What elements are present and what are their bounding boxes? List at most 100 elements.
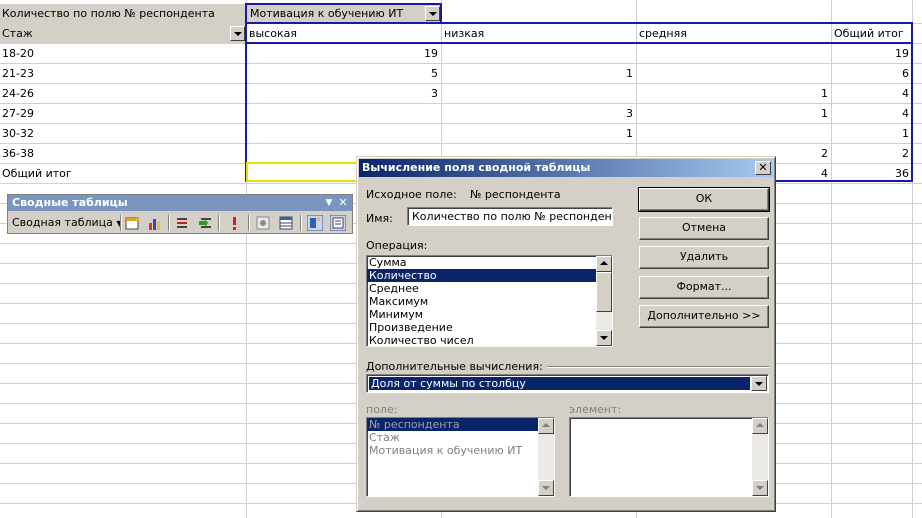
row-label[interactable]: Общий итог — [0, 164, 246, 183]
element-list-scrollbar[interactable] — [752, 418, 768, 496]
hide-detail-icon[interactable] — [175, 215, 191, 231]
operation-item[interactable]: Среднее — [367, 282, 596, 295]
operation-item[interactable]: Сумма — [367, 256, 596, 269]
toolbar-separator — [168, 215, 169, 231]
value-cell[interactable]: 1 — [637, 84, 831, 103]
source-field-value: № респондента — [470, 188, 561, 201]
value-cell[interactable]: 1 — [637, 104, 831, 123]
value-cell[interactable]: 3 — [442, 104, 636, 123]
additional-calc-value: Доля от суммы по столбцу — [369, 377, 750, 390]
format-report-icon[interactable] — [125, 215, 141, 231]
toolbar-options-icon[interactable]: ▼ — [324, 195, 334, 211]
row-label[interactable]: 27-29 — [0, 104, 246, 123]
active-cell[interactable] — [246, 162, 358, 182]
source-field-label: Исходное поле: — [366, 188, 457, 201]
toolbar-separator — [248, 215, 249, 231]
toolbar-separator — [300, 215, 301, 231]
name-label: Имя: — [366, 212, 393, 225]
value-cell[interactable] — [637, 44, 831, 63]
value-cell[interactable] — [637, 124, 831, 143]
delete-button[interactable]: Удалить — [639, 246, 769, 269]
chevron-down-icon[interactable] — [751, 376, 767, 391]
scroll-down-icon[interactable] — [596, 330, 612, 346]
additional-calc-select[interactable]: Доля от суммы по столбцу — [366, 374, 769, 393]
ok-button[interactable]: ОК — [638, 187, 770, 212]
field-list[interactable]: № респондента Стаж Мотивация к обучению ИТ — [366, 417, 555, 497]
value-cell[interactable]: 19 — [247, 44, 441, 63]
scroll-down-icon[interactable] — [752, 480, 768, 496]
field-item[interactable]: Стаж — [367, 431, 538, 444]
column-header-medium[interactable]: средняя — [637, 24, 831, 43]
toolbar-separator — [218, 215, 219, 231]
toolbar-title-bar[interactable]: Сводные таблицы ▼ ✕ — [8, 195, 352, 211]
section-divider — [547, 366, 769, 368]
operation-label: Операция: — [366, 239, 428, 252]
value-cell[interactable]: 4 — [832, 104, 912, 123]
close-icon[interactable]: ✕ — [337, 195, 349, 211]
value-cell[interactable]: 36 — [832, 164, 912, 183]
close-icon[interactable]: ✕ — [755, 161, 771, 175]
value-cell[interactable]: 2 — [832, 144, 912, 163]
value-cell[interactable]: 1 — [442, 64, 636, 83]
refresh-icon[interactable] — [226, 215, 242, 231]
column-field-dropdown[interactable] — [425, 6, 440, 21]
name-field[interactable]: Количество по полю № респондента — [407, 207, 613, 226]
cancel-button[interactable]: Отмена — [639, 217, 769, 240]
element-label: элемент: — [569, 403, 622, 416]
operation-item[interactable]: Количество — [367, 269, 596, 282]
value-cell[interactable]: 19 — [832, 44, 912, 63]
operation-item[interactable]: Минимум — [367, 308, 596, 321]
row-label[interactable]: 24-26 — [0, 84, 246, 103]
operation-item[interactable]: Произведение — [367, 321, 596, 334]
value-cell[interactable]: 1 — [832, 124, 912, 143]
column-header-low[interactable]: низкая — [442, 24, 636, 43]
column-header-high[interactable]: высокая — [247, 24, 441, 43]
value-cell[interactable]: 1 — [442, 124, 636, 143]
row-label[interactable]: 21-23 — [0, 64, 246, 83]
additional-calc-label: Дополнительные вычисления: — [366, 360, 543, 373]
value-cell[interactable] — [247, 104, 441, 123]
show-detail-icon[interactable] — [197, 215, 213, 231]
field-settings-icon[interactable] — [255, 215, 271, 231]
value-cell[interactable] — [442, 84, 636, 103]
pivot-table-toolbar: Сводные таблицы ▼ ✕ Сводная таблица ▼ — [7, 194, 353, 234]
field-list-scrollbar[interactable] — [538, 418, 554, 496]
value-cell[interactable]: 4 — [832, 84, 912, 103]
scroll-thumb[interactable] — [596, 272, 612, 312]
pivot-table-menu[interactable]: Сводная таблица ▼ — [12, 214, 123, 232]
scroll-up-icon[interactable] — [538, 418, 554, 434]
row-label[interactable]: 30-32 — [0, 124, 246, 143]
chart-wizard-icon[interactable] — [147, 215, 163, 231]
row-label[interactable]: 36-38 — [0, 144, 246, 163]
row-field-header[interactable]: Стаж — [0, 24, 246, 43]
operation-list[interactable]: Сумма Количество Среднее Максимум Минимум Про… — [366, 255, 613, 347]
field-label: поле: — [366, 403, 398, 416]
column-field-header[interactable]: Мотивация к обучению ИТ — [246, 4, 441, 23]
operation-item[interactable]: Количество чисел — [367, 334, 596, 346]
value-cell[interactable]: 6 — [832, 64, 912, 83]
row-label[interactable]: 18-20 — [0, 44, 246, 63]
dialog-title-bar[interactable]: Вычисление поля сводной таблицы — [359, 159, 773, 177]
value-cell[interactable] — [442, 44, 636, 63]
toolbar-separator — [120, 215, 121, 231]
scroll-up-icon[interactable] — [752, 418, 768, 434]
value-cell[interactable]: 3 — [247, 84, 441, 103]
format-button[interactable]: Формат... — [639, 276, 769, 299]
data-field-header[interactable]: Количество по полю № респондента — [0, 4, 246, 23]
operation-scrollbar[interactable] — [596, 256, 612, 346]
value-cell[interactable] — [247, 124, 441, 143]
more-button[interactable]: Дополнительно >> — [639, 305, 769, 328]
scroll-down-icon[interactable] — [538, 480, 554, 496]
element-list[interactable] — [569, 417, 769, 497]
field-list-icon[interactable] — [330, 215, 346, 231]
value-cell[interactable] — [637, 64, 831, 83]
row-field-dropdown[interactable] — [230, 26, 245, 41]
operation-item[interactable]: Максимум — [367, 295, 596, 308]
scroll-up-icon[interactable] — [596, 256, 612, 272]
field-item[interactable]: № респондента — [367, 418, 538, 431]
value-cell[interactable]: 5 — [247, 64, 441, 83]
table-options-icon[interactable] — [278, 215, 294, 231]
field-item[interactable]: Мотивация к обучению ИТ — [367, 444, 538, 457]
pivot-layout-icon[interactable] — [307, 215, 323, 231]
column-header-grand-total[interactable]: Общий итог — [832, 24, 912, 43]
